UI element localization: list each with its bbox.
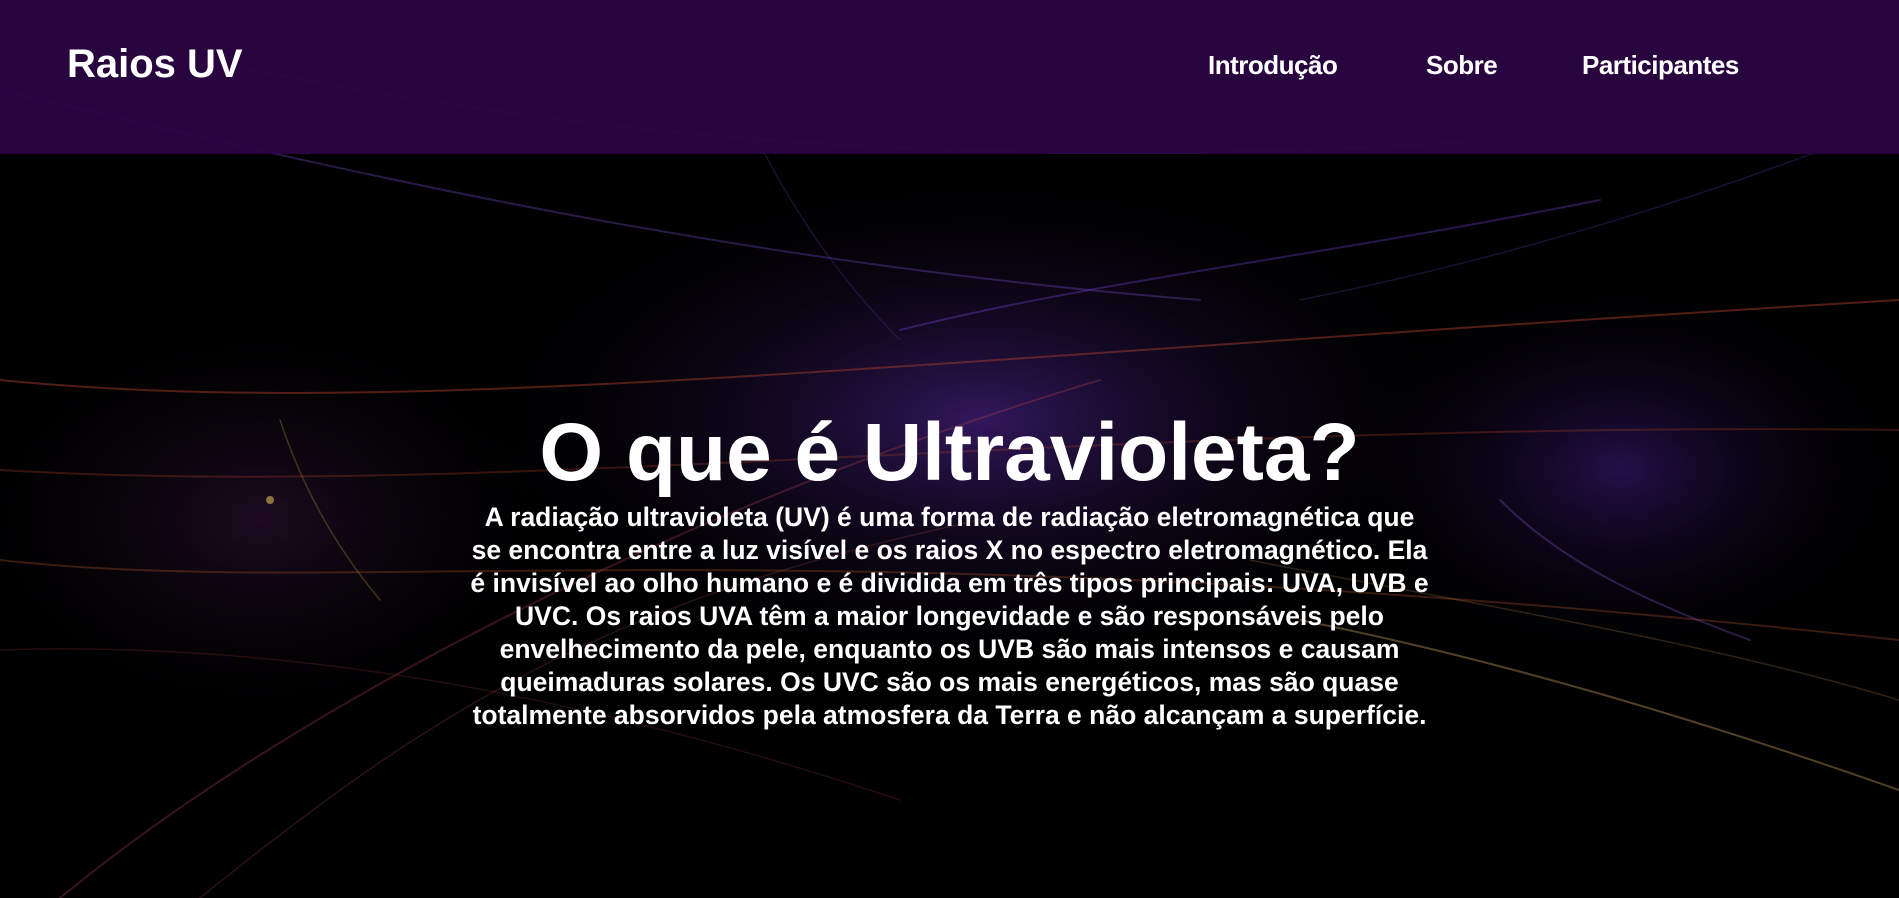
hero-section: O que é Ultravioleta? A radiação ultravi… (0, 405, 1899, 732)
top-navbar: Raios UV Introdução Sobre Participantes (0, 0, 1899, 154)
nav-link-participantes[interactable]: Participantes (1582, 48, 1739, 82)
hero-description: A radiação ultravioleta (UV) é uma forma… (470, 502, 1429, 730)
nav-link-sobre[interactable]: Sobre (1426, 48, 1498, 82)
page: Raios UV Introdução Sobre Participantes … (0, 0, 1899, 898)
main-nav: Introdução Sobre Participantes (0, 48, 1899, 82)
hero-title: O que é Ultravioleta? (539, 407, 1360, 498)
nav-link-introducao[interactable]: Introdução (1208, 48, 1338, 82)
